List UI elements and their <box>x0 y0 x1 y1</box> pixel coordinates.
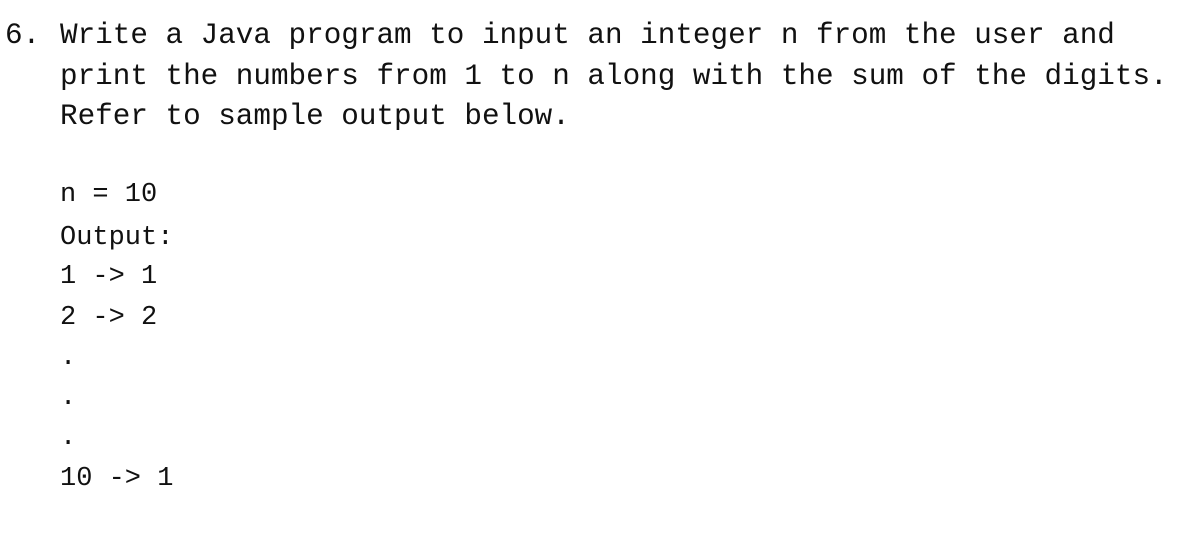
question-line-1: Write a Java program to input an integer… <box>60 19 1115 52</box>
sample-input: n = 10 <box>60 180 158 210</box>
sample-output-label: Output: <box>60 223 174 253</box>
sample-output-row: 10 -> 1 <box>60 464 174 494</box>
question-line-3: Refer to sample output below. <box>60 100 570 133</box>
sample-output-row: 2 -> 2 <box>60 303 158 333</box>
question-line-2: print the numbers from 1 to n along with… <box>60 60 1168 93</box>
ellipsis-dot: . <box>60 383 77 413</box>
ellipsis-dot: . <box>60 423 77 453</box>
ellipsis-dot: . <box>60 343 77 373</box>
sample-output-row: 1 -> 1 <box>60 262 158 292</box>
question-number: 6. <box>5 19 41 52</box>
